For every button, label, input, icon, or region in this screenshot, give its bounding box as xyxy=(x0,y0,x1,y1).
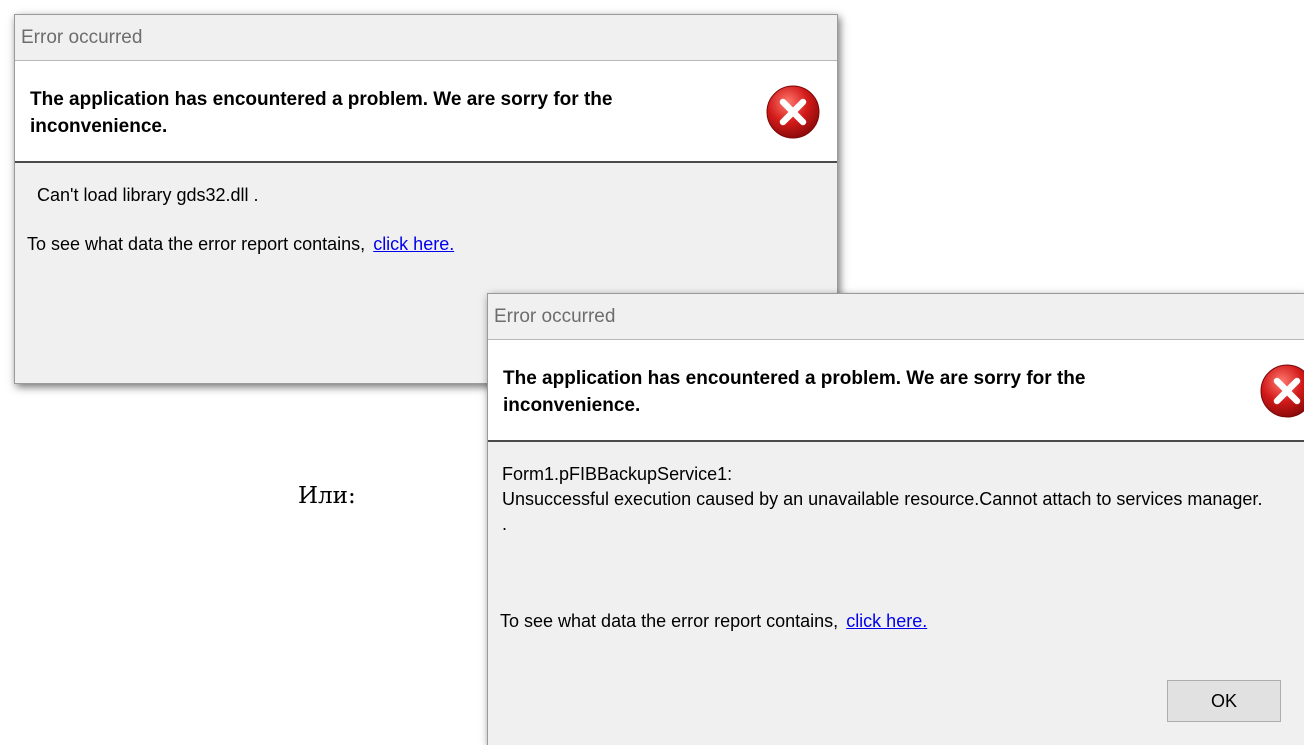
header-text: The application has encountered a proble… xyxy=(503,368,1086,416)
report-text: To see what data the error report contai… xyxy=(500,611,839,631)
error-icon xyxy=(1260,364,1304,418)
dialog-header: The application has encountered a proble… xyxy=(15,61,837,163)
dialog-title: Error occurred xyxy=(15,15,837,61)
error-dialog-2: Error occurred The application has encou… xyxy=(487,293,1304,745)
dialog-title: Error occurred xyxy=(488,294,1304,340)
or-label: Или: xyxy=(298,483,356,509)
error-message: Can't load library gds32.dll . xyxy=(37,185,259,205)
header-text: The application has encountered a proble… xyxy=(30,89,613,137)
report-line: To see what data the error report contai… xyxy=(27,234,454,255)
dialog-header: The application has encountered a proble… xyxy=(488,340,1304,442)
ok-button[interactable]: OK xyxy=(1167,680,1281,722)
click-here-link[interactable]: click here. xyxy=(846,611,927,631)
report-line: To see what data the error report contai… xyxy=(500,611,927,632)
error-message: Form1.pFIBBackupService1: Unsuccessful e… xyxy=(502,464,1263,534)
report-text: To see what data the error report contai… xyxy=(27,234,366,254)
click-here-link[interactable]: click here. xyxy=(373,234,454,254)
error-icon xyxy=(766,85,820,139)
